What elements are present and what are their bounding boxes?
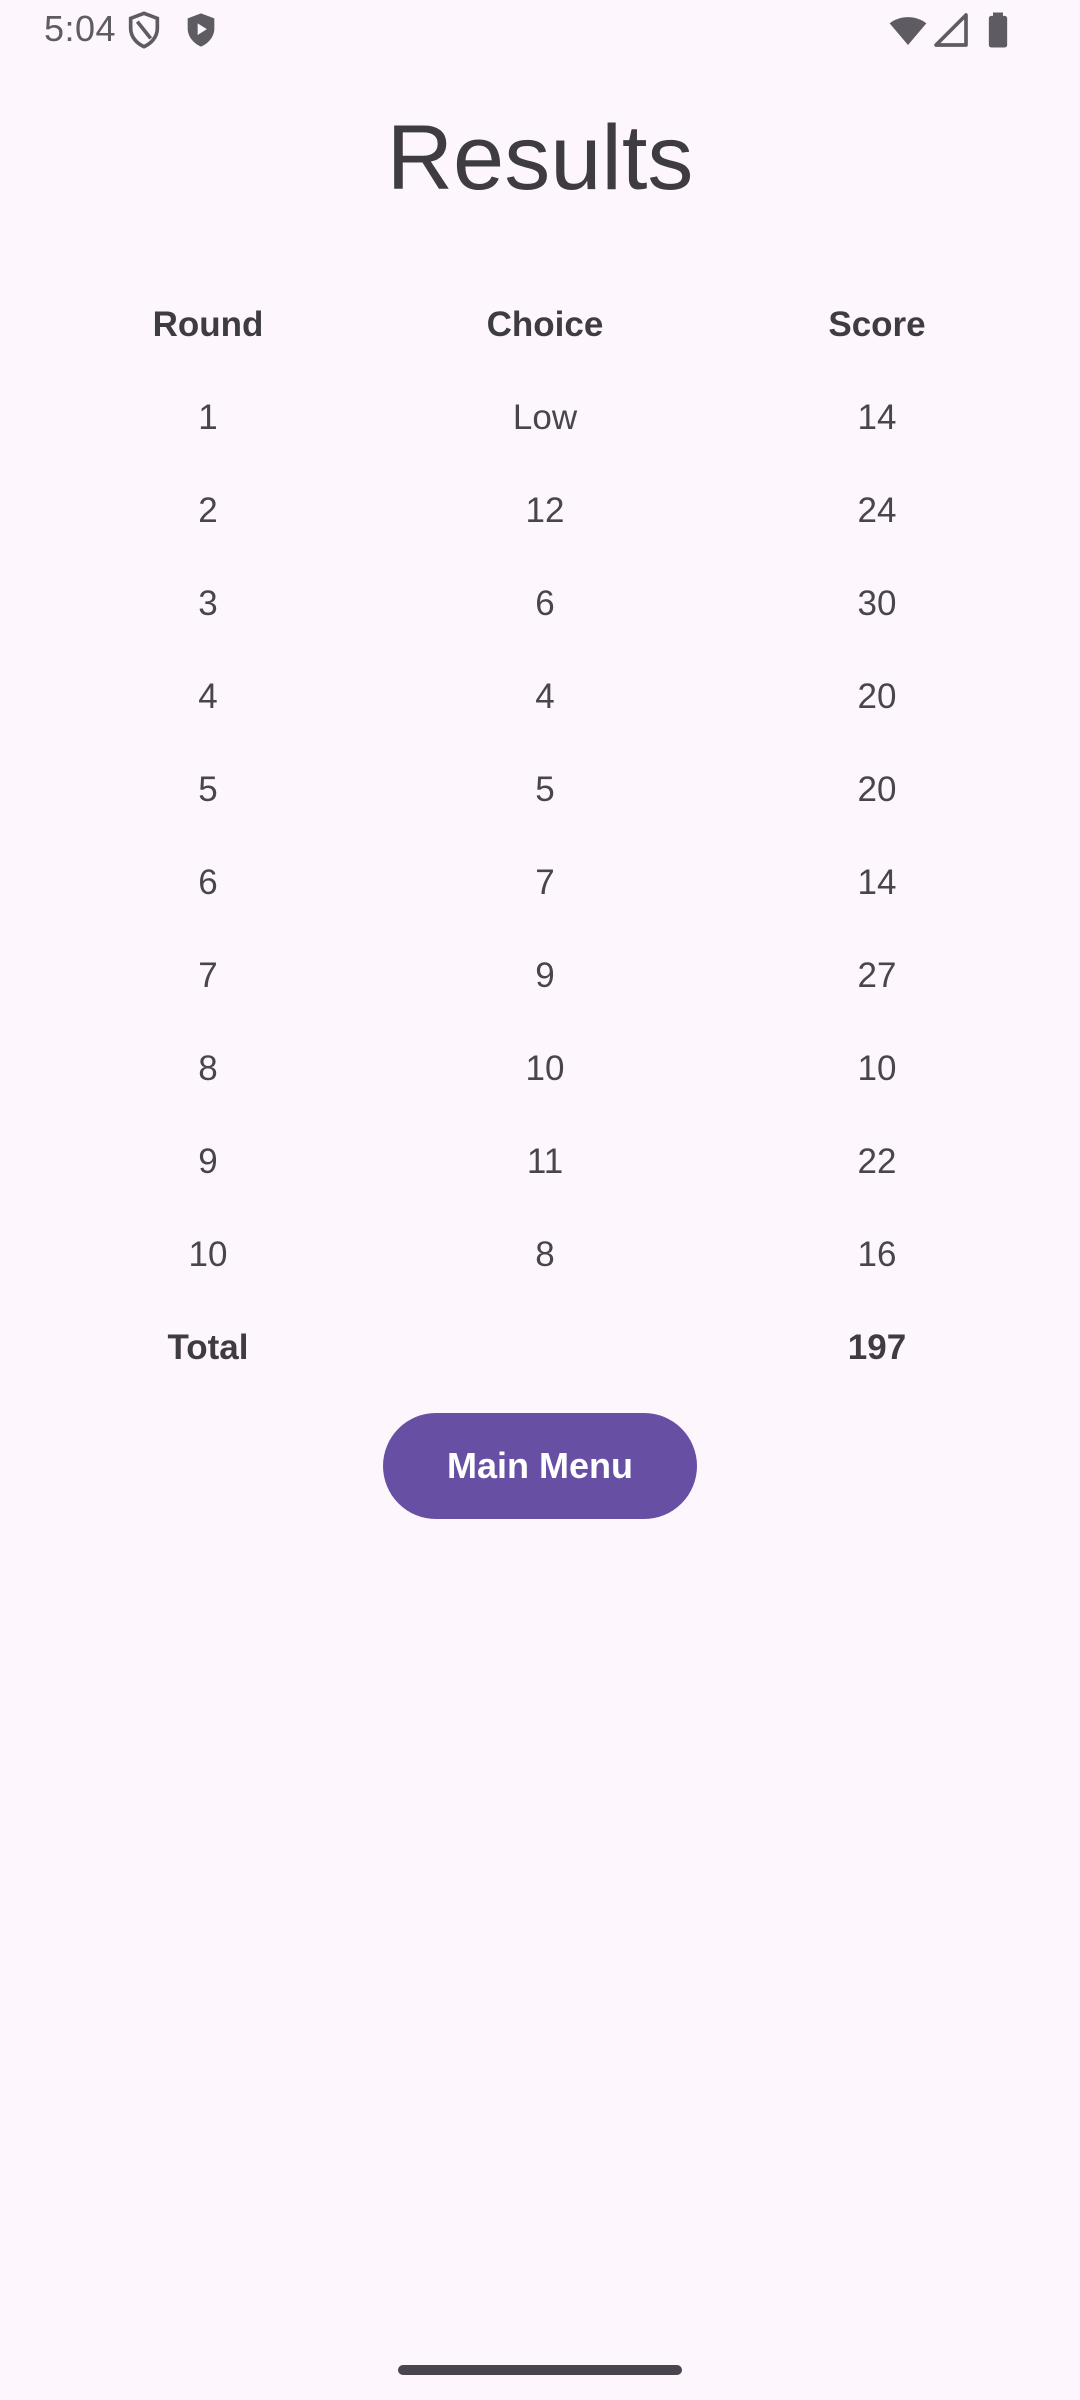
choice-cell: 9 bbox=[535, 955, 555, 995]
status-time: 5:04 bbox=[44, 8, 117, 49]
round-cell: 1 bbox=[198, 397, 218, 437]
choice-cell: 12 bbox=[525, 490, 565, 530]
page-title: Results bbox=[386, 107, 694, 209]
round-cell: 2 bbox=[198, 490, 218, 530]
table-row: 1 Low 14 bbox=[0, 371, 1080, 464]
choice-cell: 6 bbox=[535, 583, 555, 623]
choice-cell: 10 bbox=[525, 1048, 565, 1088]
total-score: 197 bbox=[847, 1327, 907, 1367]
score-cell: 16 bbox=[857, 1234, 897, 1274]
choice-cell: 5 bbox=[535, 769, 555, 809]
battery-icon bbox=[978, 10, 1018, 50]
table-row: 6 7 14 bbox=[0, 836, 1080, 929]
header-round: Round bbox=[152, 304, 264, 344]
navigation-handle[interactable] bbox=[398, 2365, 682, 2375]
round-cell: 3 bbox=[198, 583, 218, 623]
score-cell: 14 bbox=[857, 397, 897, 437]
round-cell: 5 bbox=[198, 769, 218, 809]
status-bar: 5:04 bbox=[0, 0, 1080, 62]
score-cell: 20 bbox=[857, 769, 897, 809]
choice-cell: 4 bbox=[535, 676, 555, 716]
table-row: 9 11 22 bbox=[0, 1115, 1080, 1208]
table-row: 5 5 20 bbox=[0, 743, 1080, 836]
header-choice: Choice bbox=[486, 304, 604, 344]
table-header-row: Round Choice Score bbox=[0, 278, 1080, 371]
cellular-signal-icon bbox=[931, 10, 971, 50]
total-label: Total bbox=[167, 1327, 249, 1367]
round-cell: 8 bbox=[198, 1048, 218, 1088]
wifi-icon bbox=[888, 10, 928, 50]
shield-outline-icon bbox=[124, 10, 164, 50]
round-cell: 7 bbox=[198, 955, 218, 995]
score-cell: 22 bbox=[857, 1141, 897, 1181]
results-table: Round Choice Score 1 Low 14 2 12 24 3 6 … bbox=[0, 278, 1080, 1394]
table-row: 3 6 30 bbox=[0, 557, 1080, 650]
score-cell: 10 bbox=[857, 1048, 897, 1088]
table-row: 7 9 27 bbox=[0, 929, 1080, 1022]
score-cell: 24 bbox=[857, 490, 897, 530]
main-menu-button[interactable]: Main Menu bbox=[383, 1413, 697, 1519]
table-row: 8 10 10 bbox=[0, 1022, 1080, 1115]
choice-cell: 11 bbox=[526, 1141, 564, 1181]
choice-cell: 8 bbox=[535, 1234, 555, 1274]
score-cell: 14 bbox=[857, 862, 897, 902]
header-score: Score bbox=[828, 304, 926, 344]
score-cell: 30 bbox=[857, 583, 897, 623]
round-cell: 10 bbox=[188, 1234, 228, 1274]
round-cell: 4 bbox=[198, 676, 218, 716]
round-cell: 6 bbox=[198, 862, 218, 902]
table-row: 10 8 16 bbox=[0, 1208, 1080, 1301]
choice-cell: 7 bbox=[535, 862, 555, 902]
shield-play-icon bbox=[181, 10, 221, 50]
table-row: 4 4 20 bbox=[0, 650, 1080, 743]
score-cell: 20 bbox=[857, 676, 897, 716]
table-row: 2 12 24 bbox=[0, 464, 1080, 557]
table-total-row: Total 197 bbox=[0, 1301, 1080, 1394]
choice-cell: Low bbox=[512, 397, 578, 437]
round-cell: 9 bbox=[198, 1141, 218, 1181]
score-cell: 27 bbox=[857, 955, 897, 995]
